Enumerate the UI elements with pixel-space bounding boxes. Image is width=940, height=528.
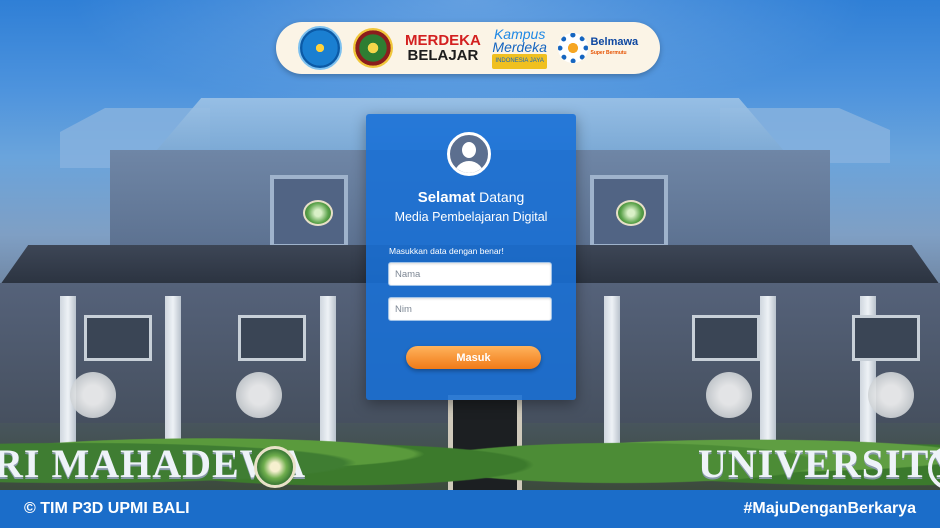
campus-sign-emblem	[254, 446, 296, 488]
partner-logo-bar: MERDEKA BELAJAR Kampus Merdeka INDONESIA…	[276, 22, 660, 74]
footer-copyright: © TIM P3D UPMI BALI	[24, 500, 190, 517]
merdeka-belajar-logo: MERDEKA BELAJAR	[405, 33, 481, 63]
form-hint: Masukkan data dengan benar!	[389, 246, 504, 256]
belmawa-name: Belmawa	[590, 36, 639, 48]
footer-hashtag: #MajuDenganBerkarya	[743, 500, 916, 517]
kampus-merdeka-line2: Merdeka	[492, 38, 547, 55]
university-logo	[353, 28, 394, 68]
kampus-merdeka-logo: Kampus Merdeka INDONESIA JAYA	[492, 27, 547, 69]
building-window	[852, 315, 920, 361]
submit-button[interactable]: Masuk	[406, 346, 541, 369]
merdeka-belajar-line2: BELAJAR	[407, 47, 479, 64]
login-card: Selamat Datang Media Pembelajaran Digita…	[366, 114, 576, 400]
merdeka-belajar-line1: MERDEKA	[404, 32, 481, 49]
kampus-merdeka-line3: INDONESIA JAYA	[492, 53, 547, 69]
building-window	[238, 315, 306, 361]
campus-sign-right: UNIVERSITY	[698, 441, 940, 486]
building-crest	[616, 200, 646, 226]
user-avatar-icon	[447, 132, 491, 176]
welcome-heading: Selamat Datang	[366, 189, 576, 206]
name-input[interactable]	[388, 262, 552, 286]
building-window	[84, 315, 152, 361]
welcome-rest: Datang	[475, 189, 525, 205]
welcome-bold: Selamat	[417, 189, 476, 206]
building-crest	[303, 200, 333, 226]
belmawa-logo: Belmawa Super Bermutu	[558, 33, 638, 63]
nim-input[interactable]	[388, 297, 552, 321]
gear-icon	[558, 33, 589, 63]
tut-wuri-handayani-logo	[297, 26, 342, 70]
belmawa-tagline: Super Bermutu	[590, 50, 627, 56]
footer-bar: © TIM P3D UPMI BALI #MajuDenganBerkarya	[0, 490, 940, 528]
building-window	[692, 315, 760, 361]
welcome-subtitle: Media Pembelajaran Digital	[394, 210, 548, 224]
